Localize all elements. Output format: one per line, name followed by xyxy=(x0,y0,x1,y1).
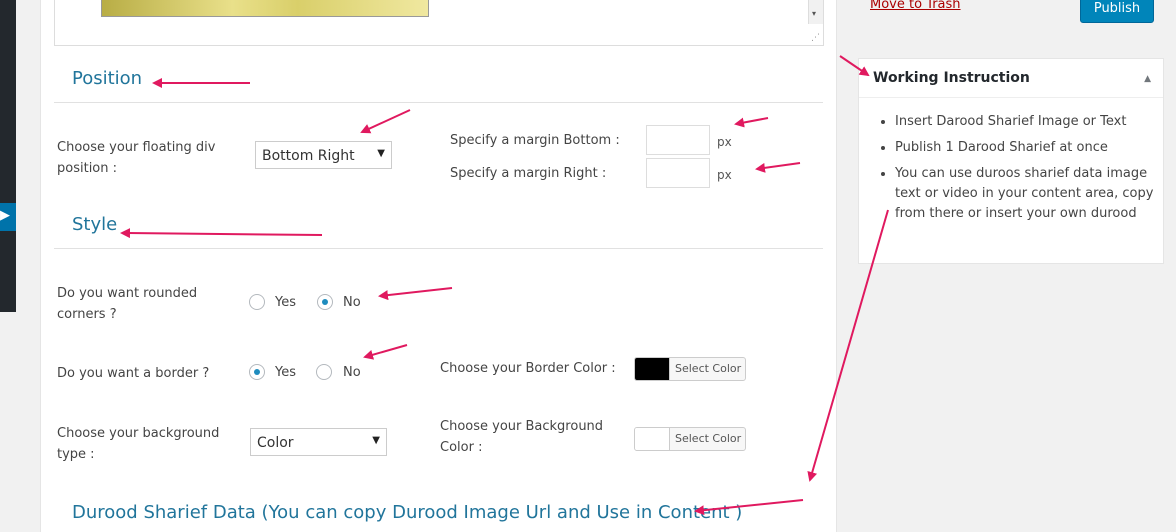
annotation-arrow xyxy=(120,228,323,239)
annotation-arrows xyxy=(120,55,889,516)
annotation-arrow xyxy=(378,287,453,301)
annotation-arrow xyxy=(807,209,889,482)
annotation-arrow xyxy=(363,344,408,360)
annotation-arrow xyxy=(734,117,769,128)
annotation-arrow xyxy=(694,499,804,516)
annotation-arrow xyxy=(839,55,870,77)
annotation-arrow xyxy=(755,162,801,173)
annotation-arrow xyxy=(360,109,411,134)
